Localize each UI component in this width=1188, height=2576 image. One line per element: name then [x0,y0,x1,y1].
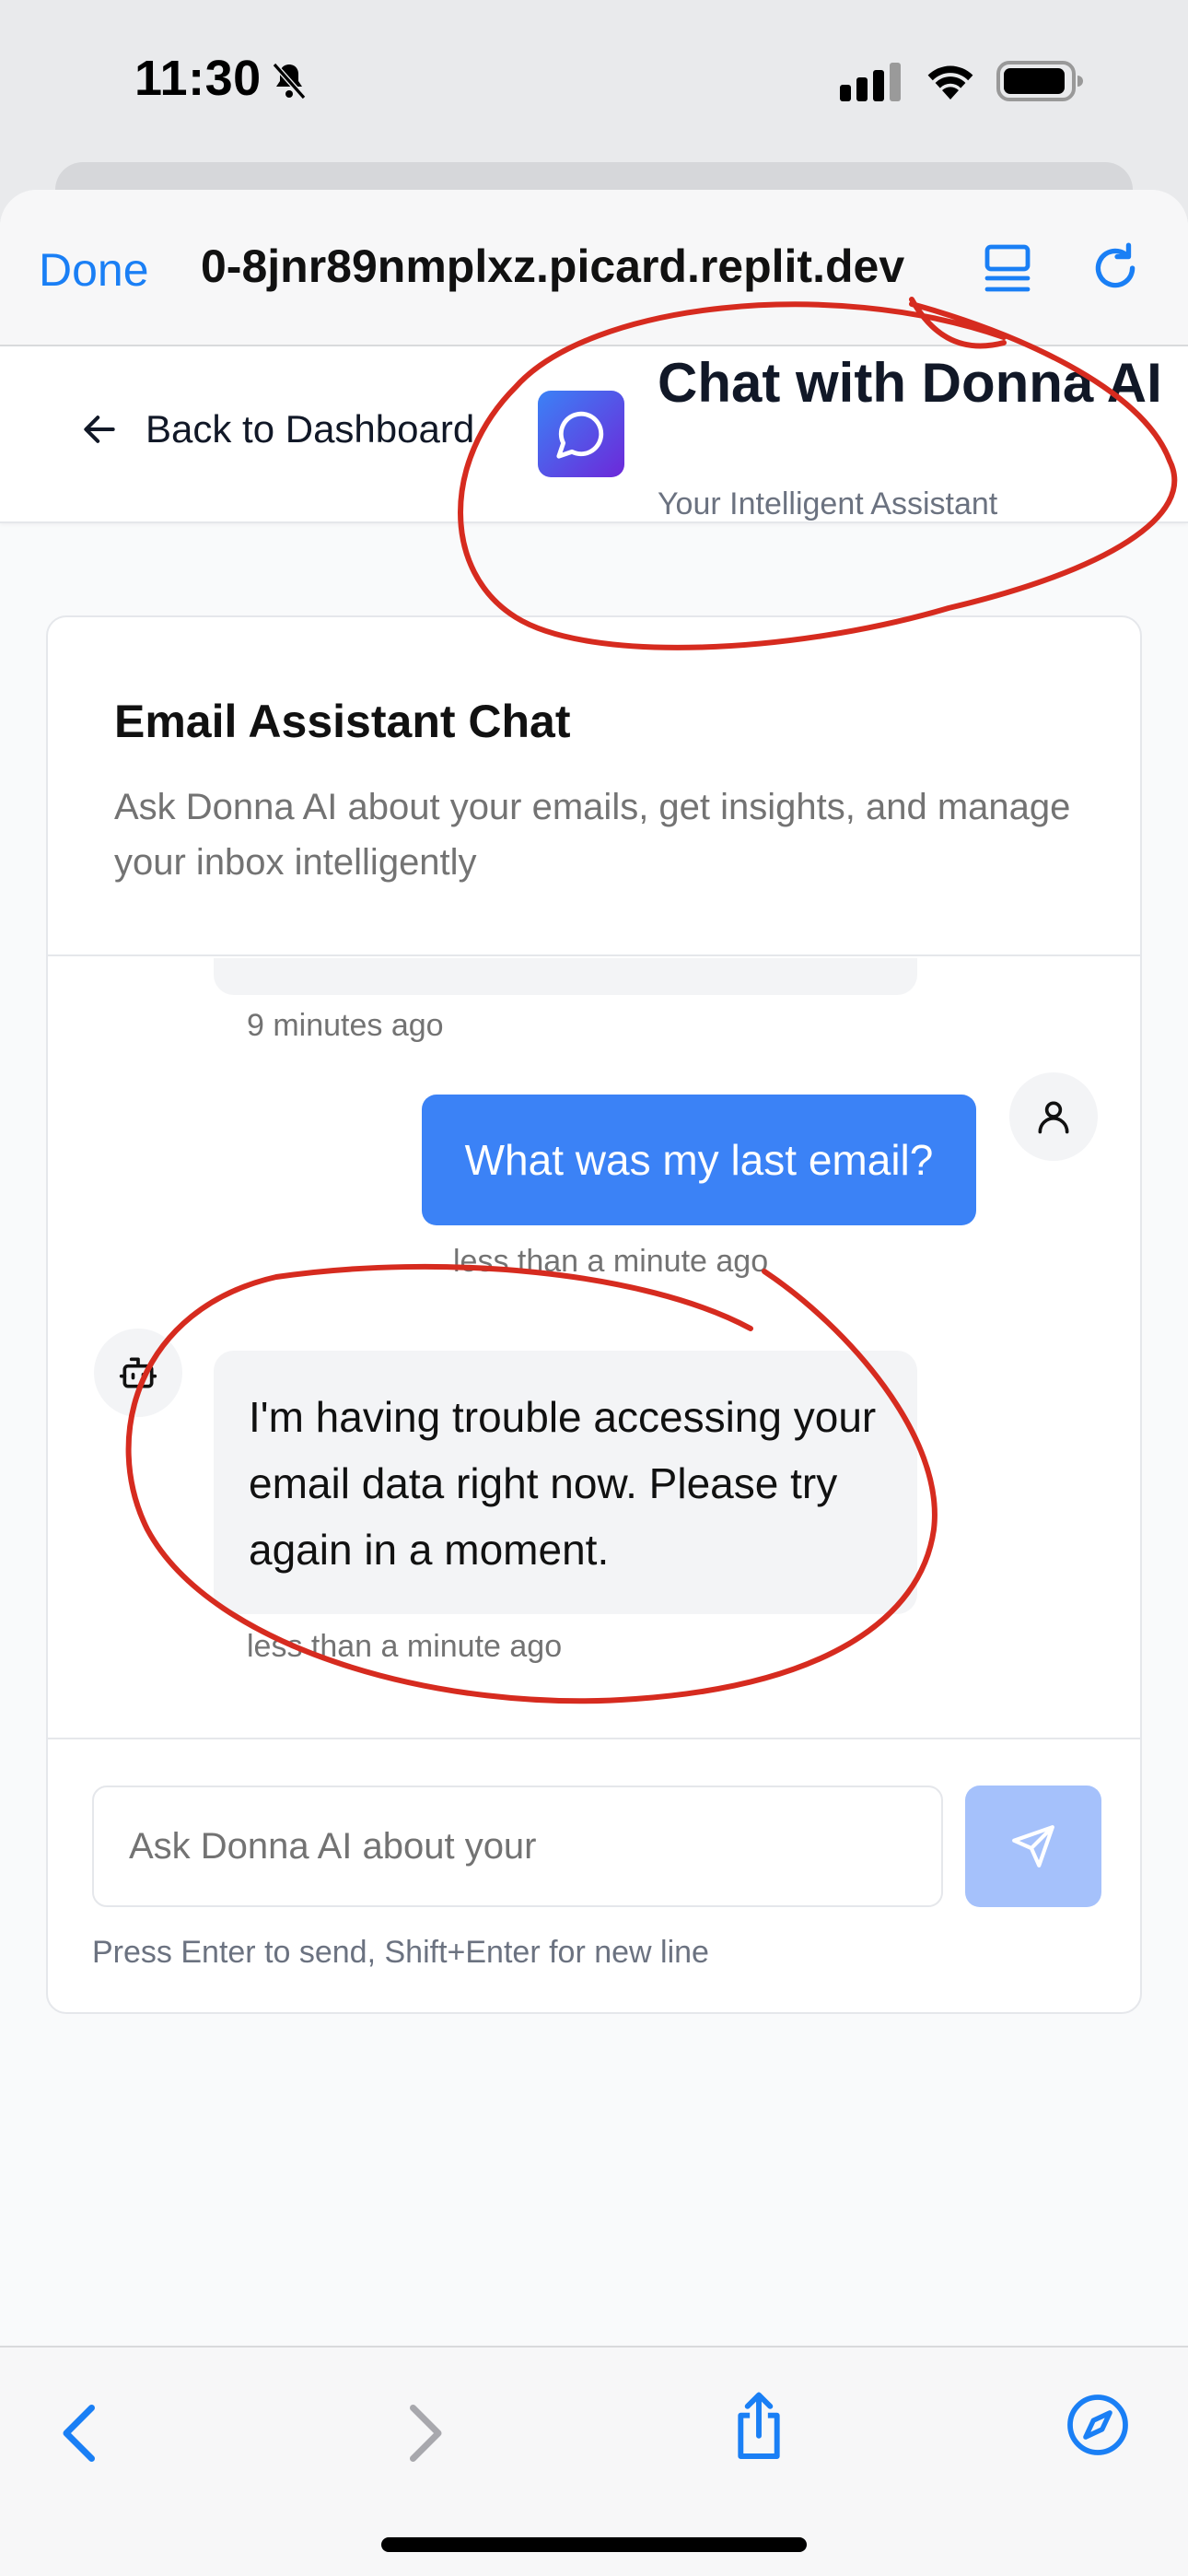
bot-message-bubble: I'm having trouble accessing your email … [214,1351,917,1614]
previous-message-timestamp: 9 minutes ago [247,1008,444,1043]
status-bar: 11:30 [0,0,1188,166]
arrow-left-icon [84,416,115,443]
wifi-icon [927,65,973,100]
browser-nav-bar: Done 0-8jnr89nmplxz.picard.replit.dev [0,190,1188,346]
message-list[interactable]: 9 minutes ago What was my last email? le… [48,958,1140,1738]
user-avatar [1009,1072,1098,1161]
user-message-bubble: What was my last email? [422,1095,976,1225]
back-chevron-icon[interactable] [57,2401,103,2465]
reload-icon[interactable] [1087,240,1144,297]
battery-icon [996,61,1083,101]
send-button[interactable] [965,1786,1101,1907]
user-message-timestamp: less than a minute ago [453,1244,769,1279]
home-indicator [381,2537,807,2552]
page-title: Chat with Donna AI [658,352,1162,414]
app-header: Back to Dashboard Chat with Donna AI You… [0,346,1188,523]
page-subtitle: Your Intelligent Assistant [658,486,998,521]
share-icon[interactable] [729,2390,788,2464]
browser-sheet: Done 0-8jnr89nmplxz.picard.replit.dev Ba… [0,190,1188,2576]
bot-icon [119,1357,157,1388]
signal-icon [840,63,901,101]
card-description: Ask Donna AI about your emails, get insi… [114,787,1071,883]
back-to-dashboard-link[interactable]: Back to Dashboard [79,402,474,457]
previous-message-bubble [214,958,917,995]
bell-slash-icon [272,63,307,100]
user-icon [1038,1101,1069,1134]
chat-input[interactable] [92,1786,943,1907]
bot-message-timestamp: less than a minute ago [247,1629,563,1664]
forward-chevron-icon[interactable] [402,2401,448,2465]
composer: Press Enter to send, Shift+Enter for new… [48,1738,1140,2012]
card-header: Email Assistant Chat Ask Donna AI about … [48,617,1140,956]
composer-hint: Press Enter to send, Shift+Enter for new… [92,1935,709,1970]
url-display[interactable]: 0-8jnr89nmplxz.picard.replit.dev [201,240,904,293]
bot-avatar [94,1329,182,1417]
compass-icon[interactable] [1065,2392,1131,2458]
app-logo [538,391,624,477]
back-link-label: Back to Dashboard [146,407,475,451]
send-icon [1012,1825,1054,1868]
status-time: 11:30 [134,51,262,106]
done-button[interactable]: Done [39,243,149,297]
reader-mode-icon[interactable] [982,241,1033,297]
card-title: Email Assistant Chat [114,696,571,747]
chat-card: Email Assistant Chat Ask Donna AI about … [46,615,1142,2014]
message-circle-icon [556,411,604,459]
